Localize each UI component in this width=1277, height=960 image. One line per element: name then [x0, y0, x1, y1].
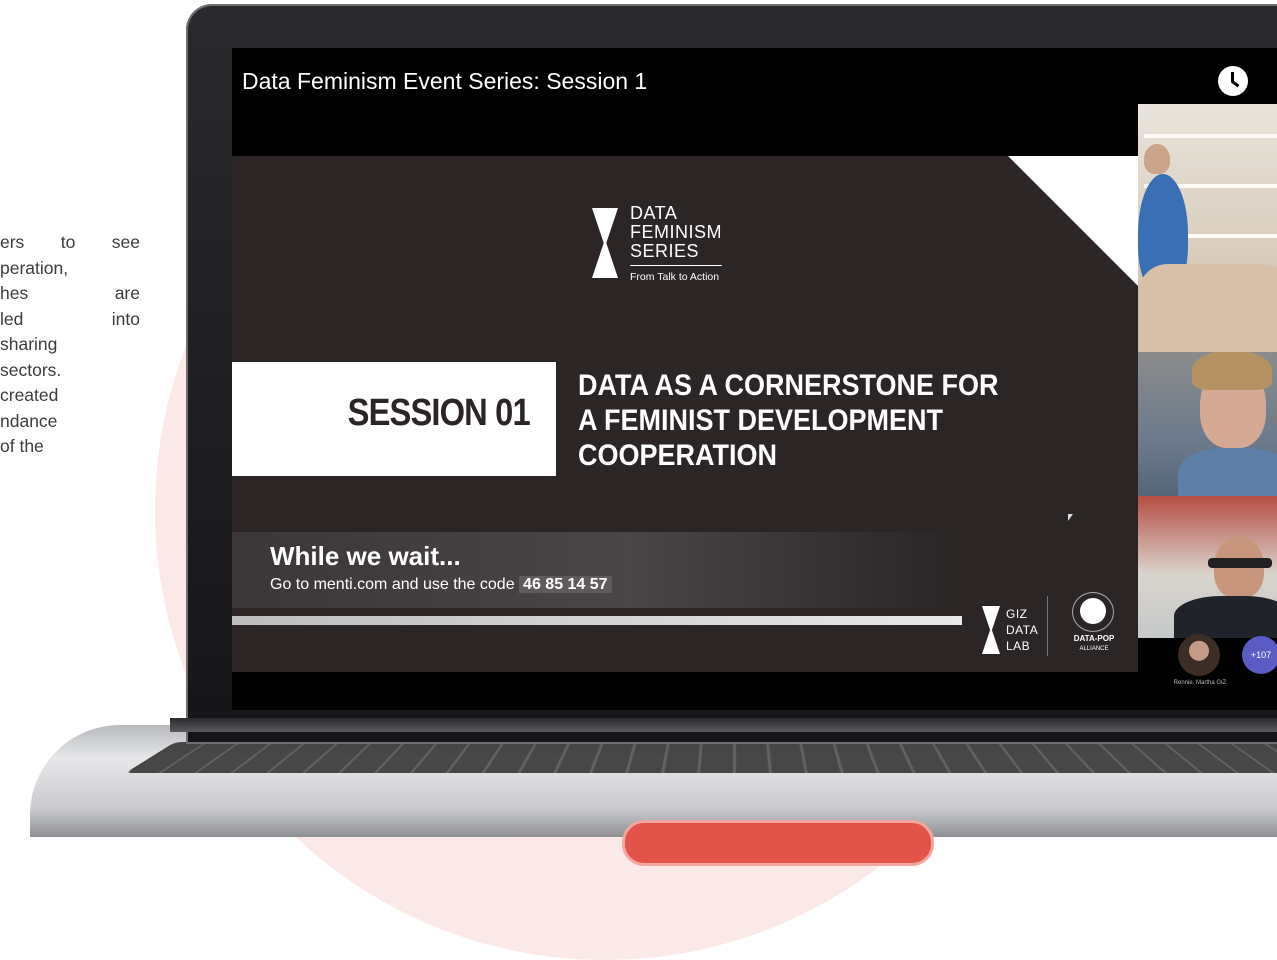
presentation-slide: DATA FEMINISM SERIES From Talk to Action…: [232, 156, 1138, 672]
wait-heading: While we wait...: [270, 541, 461, 571]
session-label: SESSION 01: [347, 392, 531, 434]
laptop-screen: Data Feminism Event Series: Session 1 DA…: [232, 48, 1277, 710]
side-line: peration,: [0, 257, 69, 278]
giz-logo-text: GIZ DATA LAB: [1006, 606, 1038, 654]
wait-instruction-text: Go to menti.com and use the code: [270, 576, 515, 593]
participant-hair: [1192, 352, 1272, 390]
dpa-logo-name: DATA-POP: [1073, 634, 1115, 643]
logo-line: SERIES: [630, 241, 700, 261]
logo-line: DATA: [630, 203, 678, 223]
side-line: hes are: [0, 283, 140, 303]
participant-videos: [1138, 104, 1277, 638]
participant-video-tile[interactable]: [1138, 104, 1277, 352]
participant-video-tile[interactable]: [1138, 352, 1277, 496]
network-dot-icon: [1080, 598, 1106, 624]
hourglass-icon: [982, 606, 1000, 654]
participant-body: [1178, 448, 1277, 496]
participant-body: [1174, 596, 1277, 638]
session-label-box: SESSION 01: [232, 362, 556, 476]
participant-head: [1144, 144, 1170, 174]
giz-logo-line: LAB: [1006, 639, 1031, 653]
meeting-bottom-bar: [232, 680, 1277, 710]
giz-logo-line: GIZ: [1006, 607, 1028, 621]
wait-instruction: Go to menti.com and use the code 46 85 1…: [270, 576, 612, 594]
session-title: DATA AS A CORNERSTONE FOR A FEMINIST DEV…: [578, 369, 999, 472]
side-line: created: [0, 385, 59, 405]
dpa-logo-sub: ALLIANCE: [1079, 646, 1109, 652]
giz-logo-line: DATA: [1006, 623, 1039, 637]
video-title: Data Feminism Event Series: Session 1: [242, 68, 648, 94]
clock-icon[interactable]: [1218, 66, 1248, 96]
dpa-logo-text: DATA-POP ALLIANCE: [1064, 634, 1124, 652]
avatar-name: Rennie, Martha GIZ: [1173, 680, 1227, 686]
mouse-cursor-icon: [1068, 514, 1073, 521]
menti-code: 46 85 14 57: [519, 576, 612, 593]
side-line: of the: [0, 436, 44, 456]
side-line: ers to see: [0, 232, 140, 252]
armchair: [1138, 264, 1277, 352]
laptop-keyboard: [125, 742, 1277, 774]
side-line: led into: [0, 308, 140, 329]
red-button[interactable]: [622, 820, 934, 866]
more-participants-badge[interactable]: +107: [1242, 636, 1277, 674]
bookshelf: [1144, 134, 1277, 138]
side-paragraph: ers to see peration, hes are led into sh…: [0, 230, 140, 460]
logo-tagline: From Talk to Action: [630, 265, 722, 287]
data-pop-alliance-logo: DATA-POP ALLIANCE: [1064, 592, 1124, 662]
logo-divider: [1047, 596, 1048, 656]
avatar[interactable]: [1178, 634, 1220, 676]
logo-text: DATA FEMINISM SERIES From Talk to Action: [630, 204, 722, 287]
slide-progress-bar: [232, 616, 962, 625]
side-line: sharing: [0, 334, 58, 354]
hourglass-icon: [592, 208, 618, 278]
side-line: sectors.: [0, 359, 62, 380]
slide-corner-decoration: [1008, 156, 1138, 286]
participant-video-tile[interactable]: [1138, 496, 1277, 638]
laptop-hinge: [170, 718, 1277, 732]
glasses-icon: [1208, 558, 1272, 568]
side-line: ndance: [0, 410, 58, 431]
logo-line: FEMINISM: [630, 222, 722, 242]
